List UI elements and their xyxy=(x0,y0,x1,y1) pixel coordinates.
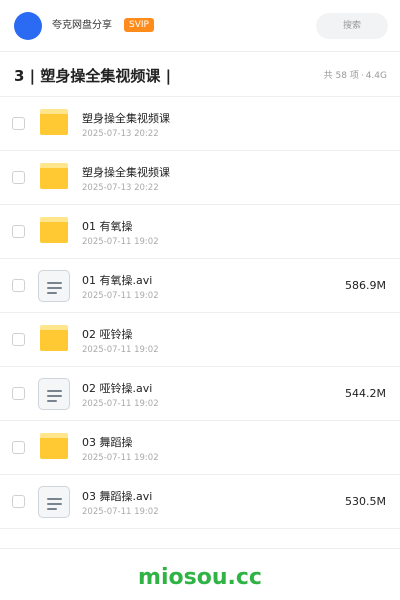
list-item[interactable]: 塑身操全集视频课 2025-07-13 20:22 xyxy=(0,151,400,205)
user-name[interactable]: 夸克网盘分享 xyxy=(52,19,112,33)
row-checkbox[interactable] xyxy=(12,387,25,400)
list-item[interactable]: 01 有氧操.avi 2025-07-11 19:02 586.9M xyxy=(0,259,400,313)
row-checkbox[interactable] xyxy=(12,171,25,184)
avatar[interactable] xyxy=(14,12,42,40)
folder-header: 3 | 塑身操全集视频课 | 共 58 项 · 4.4G xyxy=(0,52,400,97)
footer: miosou.cc xyxy=(0,548,400,600)
folder-icon xyxy=(38,324,70,356)
video-file-icon xyxy=(38,378,70,410)
file-name: 01 有氧操 xyxy=(82,220,133,233)
row-checkbox[interactable] xyxy=(12,495,25,508)
site-watermark[interactable]: miosou.cc xyxy=(0,565,400,591)
file-name: 03 舞蹈操.avi xyxy=(82,490,153,503)
page-title: 3 | 塑身操全集视频课 | xyxy=(14,67,172,85)
file-size: 530.5M xyxy=(345,495,386,508)
svip-badge: SVIP xyxy=(124,18,154,32)
list-item[interactable]: 03 舞蹈操 2025-07-11 19:02 xyxy=(0,421,400,475)
file-date: 2025-07-11 19:02 xyxy=(82,345,159,355)
file-size: 544.2M xyxy=(345,387,386,400)
row-checkbox[interactable] xyxy=(12,441,25,454)
file-name: 02 哑铃操 xyxy=(82,328,133,341)
list-item[interactable]: 02 哑铃操.avi 2025-07-11 19:02 544.2M xyxy=(0,367,400,421)
row-checkbox[interactable] xyxy=(12,225,25,238)
file-date: 2025-07-11 19:02 xyxy=(82,237,159,247)
folder-icon xyxy=(38,162,70,194)
folder-meta: 共 58 项 · 4.4G xyxy=(324,70,387,82)
item-count: 共 58 项 xyxy=(323,71,359,81)
file-name: 塑身操全集视频课 xyxy=(82,112,170,125)
list-item[interactable]: 03 舞蹈操.avi 2025-07-11 19:02 530.5M xyxy=(0,475,400,529)
file-date: 2025-07-11 19:02 xyxy=(82,399,159,409)
folder-icon xyxy=(38,432,70,464)
file-date: 2025-07-13 20:22 xyxy=(82,129,159,139)
list-item[interactable]: 02 哑铃操 2025-07-11 19:02 xyxy=(0,313,400,367)
top-bar: 夸克网盘分享 SVIP 搜索 xyxy=(0,0,400,52)
file-name: 03 舞蹈操 xyxy=(82,436,133,449)
row-checkbox[interactable] xyxy=(12,279,25,292)
folder-icon xyxy=(38,108,70,140)
row-checkbox[interactable] xyxy=(12,117,25,130)
file-list: 塑身操全集视频课 2025-07-13 20:22 塑身操全集视频课 2025-… xyxy=(0,97,400,529)
video-file-icon xyxy=(38,486,70,518)
row-checkbox[interactable] xyxy=(12,333,25,346)
file-date: 2025-07-11 19:02 xyxy=(82,453,159,463)
file-name: 塑身操全集视频课 xyxy=(82,166,170,179)
file-size: 586.9M xyxy=(345,279,386,292)
file-date: 2025-07-11 19:02 xyxy=(82,507,159,517)
file-date: 2025-07-11 19:02 xyxy=(82,291,159,301)
file-name: 02 哑铃操.avi xyxy=(82,382,153,395)
search-input[interactable]: 搜索 xyxy=(316,13,388,39)
list-item[interactable]: 01 有氧操 2025-07-11 19:02 xyxy=(0,205,400,259)
video-file-icon xyxy=(38,270,70,302)
meta-separator: · xyxy=(360,71,364,81)
list-item[interactable]: 塑身操全集视频课 2025-07-13 20:22 xyxy=(0,97,400,151)
folder-icon xyxy=(38,216,70,248)
file-date: 2025-07-13 20:22 xyxy=(82,183,159,193)
folder-size: 4.4G xyxy=(365,71,387,81)
file-name: 01 有氧操.avi xyxy=(82,274,153,287)
